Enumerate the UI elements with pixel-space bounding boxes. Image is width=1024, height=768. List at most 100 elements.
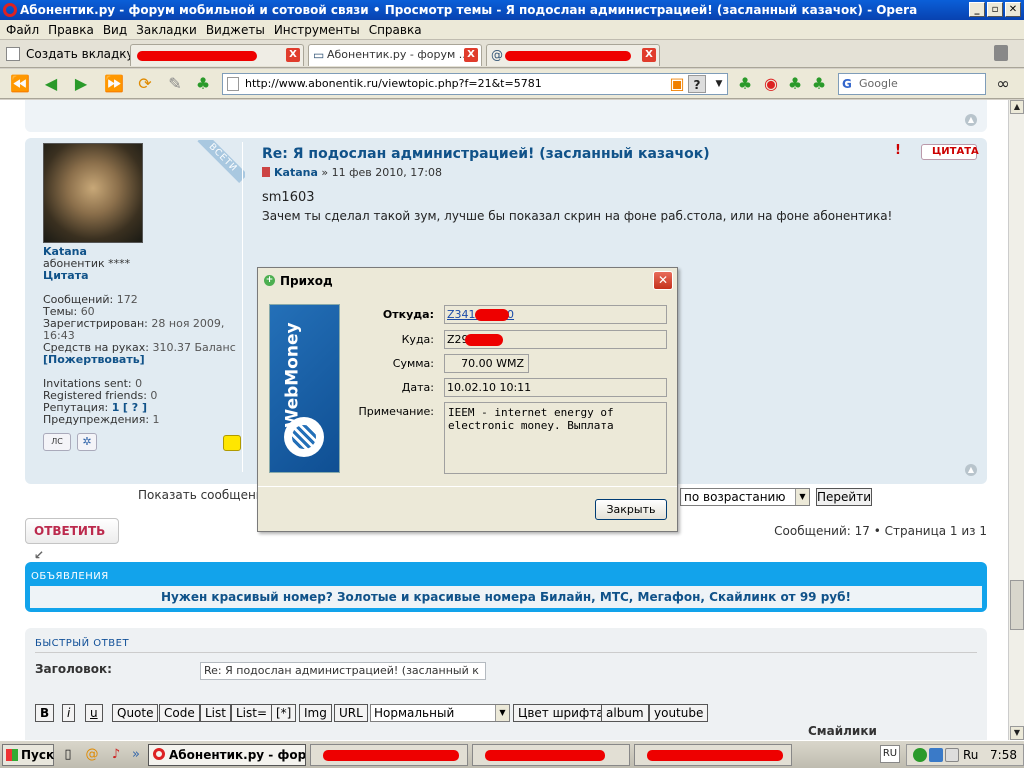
reload-icon[interactable]: ⟳	[136, 75, 154, 93]
announcement-link[interactable]: Нужен красивый номер? Золотые и красивые…	[30, 586, 982, 608]
fast-forward-icon[interactable]: ⏩	[104, 75, 124, 93]
report-icon[interactable]: !	[890, 144, 906, 158]
taskbar-opera[interactable]: Абонентик.ру - фору...	[148, 744, 306, 766]
ordered-list-button[interactable]: List=	[231, 704, 273, 722]
maximize-button[interactable]: ▫	[987, 2, 1003, 17]
close-dialog-button[interactable]: Закрыть	[595, 499, 667, 520]
glasses-icon[interactable]: ∞	[994, 75, 1012, 93]
arrows-icon[interactable]: »	[128, 747, 144, 763]
monitor-icon[interactable]	[929, 748, 943, 762]
underline-button[interactable]: u	[85, 704, 103, 722]
start-button[interactable]: Пуск	[2, 744, 54, 766]
previous-post-footer: ▲	[25, 100, 987, 132]
code-button[interactable]: Code	[159, 704, 200, 722]
dropdown-icon[interactable]: ▼	[710, 75, 728, 93]
document-icon[interactable]: ▯	[60, 747, 76, 763]
list-item-button[interactable]: [*]	[271, 704, 297, 722]
menu-help[interactable]: Справка	[369, 23, 422, 37]
clover-icon[interactable]: ♣	[810, 75, 828, 93]
rewind-icon[interactable]: ⏪	[10, 75, 30, 93]
page-scrollbar[interactable]: ▲ ▼	[1008, 100, 1024, 740]
scroll-down-icon[interactable]: ▼	[1010, 726, 1024, 740]
menu-bookmarks[interactable]: Закладки	[136, 23, 197, 37]
chevron-down-icon: ▼	[495, 705, 509, 721]
window-title-bar: Абонентик.ру - форум мобильной и сотовой…	[0, 0, 1024, 20]
back-to-top-icon[interactable]: ▲	[965, 114, 977, 126]
tab-close-icon[interactable]: X	[286, 48, 300, 62]
img-button[interactable]: Img	[299, 704, 332, 722]
font-color-button[interactable]: Цвет шрифта	[513, 704, 609, 722]
quick-reply-box: БЫСТРЫЙ ОТВЕТ Заголовок: Re: Я подослан …	[25, 628, 987, 740]
close-window-button[interactable]: ✕	[1005, 2, 1021, 17]
tab-redacted-2[interactable]: @ X	[486, 44, 660, 66]
menu-tools[interactable]: Инструменты	[274, 23, 360, 37]
volume-icon[interactable]	[945, 748, 959, 762]
media-icon[interactable]: ♪	[108, 747, 124, 763]
italic-button[interactable]: i	[62, 704, 76, 722]
back-to-top-icon[interactable]: ▲	[965, 464, 977, 476]
new-tab-icon	[6, 47, 20, 61]
tray-language[interactable]: Ru	[963, 745, 978, 765]
rss-icon[interactable]: ▣	[668, 75, 686, 93]
page-icon	[227, 77, 239, 91]
pagination-info: Сообщений: 17 • Страница 1 из 1	[774, 524, 987, 538]
new-tab-button[interactable]: Создать вкладку	[6, 44, 134, 64]
taskbar-redacted-2[interactable]	[472, 744, 630, 766]
tab-redacted-1[interactable]: X	[130, 44, 304, 66]
tab-abonentik[interactable]: ▭ Абонентик.ру - форум ... X	[308, 44, 482, 66]
menu-widgets[interactable]: Виджеты	[206, 23, 265, 37]
bold-button[interactable]: B	[35, 704, 55, 722]
menu-edit[interactable]: Правка	[48, 23, 94, 37]
website-icon[interactable]: ✲	[77, 433, 97, 451]
from-value[interactable]: Z341 99910	[444, 305, 667, 324]
announcements-box: ОБЪЯВЛЕНИЯ Нужен красивый номер? Золотые…	[25, 562, 987, 612]
taskbar-redacted-3[interactable]	[634, 744, 792, 766]
edit-icon[interactable]: ✎	[166, 75, 184, 93]
address-bar[interactable]: http://www.abonentik.ru/viewtopic.php?f=…	[222, 73, 728, 95]
subject-input[interactable]: Re: Я подослан администрацией! (засланны…	[200, 662, 486, 680]
reply-button[interactable]: ОТВЕТИТЬ ↙	[25, 518, 119, 562]
tab-close-icon[interactable]: X	[464, 48, 478, 62]
album-button[interactable]: album	[601, 704, 649, 722]
to-value: Z29 0770	[444, 330, 667, 349]
search-input[interactable]: G Google	[838, 73, 986, 95]
post-author-link[interactable]: Katana	[274, 166, 318, 179]
opera-icon[interactable]: ◉	[762, 75, 780, 93]
system-tray: Ru 7:58	[906, 744, 1024, 766]
scroll-thumb[interactable]	[1010, 580, 1024, 630]
list-button[interactable]: List	[200, 704, 231, 722]
quote-rank-link[interactable]: Цитата	[43, 270, 243, 282]
trash-icon[interactable]	[994, 45, 1008, 61]
clover-icon[interactable]: ♣	[736, 75, 754, 93]
taskbar-redacted-1[interactable]	[310, 744, 468, 766]
dialog-close-icon[interactable]: ✕	[653, 271, 673, 290]
tab-close-icon[interactable]: X	[642, 48, 656, 62]
online-ribbon: ВСЕТИ	[185, 140, 245, 200]
sort-order-select[interactable]: по возрастанию ▼	[680, 488, 810, 506]
pm-button[interactable]: ЛС	[43, 433, 71, 451]
quote-button[interactable]: ЦИТАТА	[921, 144, 979, 160]
ribbon-label: ВСЕТИ	[197, 140, 245, 184]
menu-file[interactable]: Файл	[6, 23, 39, 37]
clock: 7:58	[990, 748, 1017, 762]
help-icon[interactable]: ?	[688, 75, 706, 93]
language-indicator[interactable]: RU	[880, 745, 900, 763]
forward-icon[interactable]: ▶	[72, 75, 90, 93]
clover-icon[interactable]: ♣	[194, 75, 212, 93]
donate-link[interactable]: [Пожертвовать]	[43, 354, 243, 366]
menu-view[interactable]: Вид	[103, 23, 127, 37]
minimize-button[interactable]: _	[969, 2, 985, 17]
back-icon[interactable]: ◀	[42, 75, 60, 93]
youtube-button[interactable]: youtube	[649, 704, 709, 722]
scroll-up-icon[interactable]: ▲	[1010, 100, 1024, 114]
quote-tag-button[interactable]: Quote	[112, 704, 159, 722]
url-button[interactable]: URL	[334, 704, 368, 722]
post-title[interactable]: Re: Я подослан администрацией! (засланны…	[262, 146, 710, 162]
pm-label: ЛС	[51, 437, 63, 446]
network-icon[interactable]	[913, 748, 927, 762]
font-size-select[interactable]: Нормальный ▼	[370, 704, 510, 722]
at-icon[interactable]: @	[84, 747, 100, 763]
opera-logo-icon	[3, 3, 17, 17]
go-button[interactable]: Перейти	[816, 488, 872, 506]
clover-icon[interactable]: ♣	[786, 75, 804, 93]
